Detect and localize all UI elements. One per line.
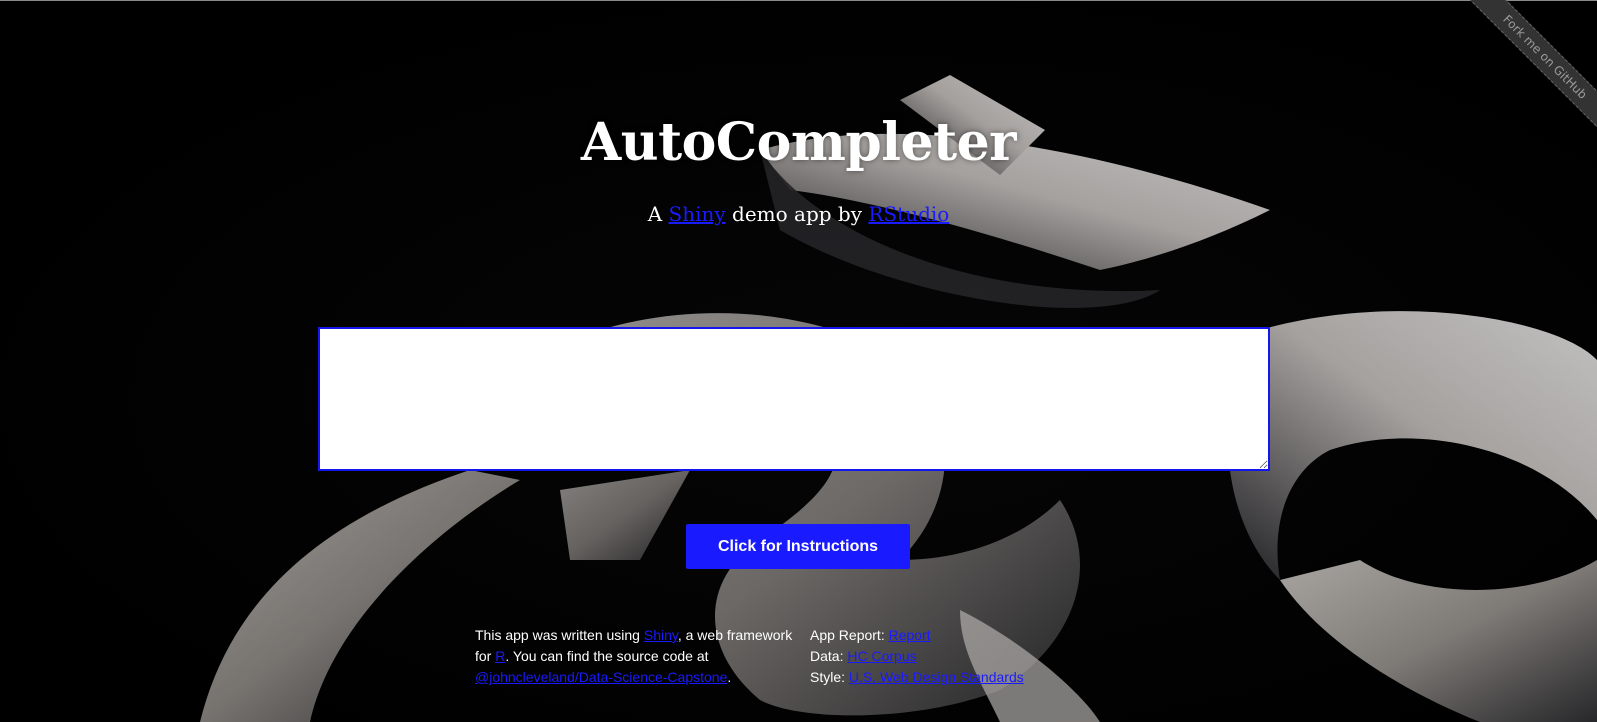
footer-r-link[interactable]: R (495, 648, 505, 664)
footer-report-row: App Report: Report (810, 625, 1070, 646)
top-border (0, 0, 1597, 1)
footer-repo-link[interactable]: @johncleveland/Data-Science-Capstone (475, 669, 727, 685)
rstudio-link[interactable]: RStudio (868, 202, 949, 226)
subtitle-middle: demo app by (725, 202, 869, 226)
footer-text-1: This app was written using (475, 627, 644, 643)
footer-data-row: Data: HC Corpus (810, 646, 1070, 667)
report-link[interactable]: Report (889, 627, 931, 643)
text-input[interactable] (318, 327, 1270, 471)
footer-links: App Report: Report Data: HC Corpus Style… (810, 625, 1070, 688)
footer-shiny-link[interactable]: Shiny (644, 627, 678, 643)
instructions-button[interactable]: Click for Instructions (686, 524, 910, 569)
page-title: AutoCompleter (580, 112, 1017, 173)
footer-about: This app was written using Shiny, a web … (475, 625, 795, 688)
data-label: Data: (810, 648, 848, 664)
shiny-link[interactable]: Shiny (669, 202, 726, 226)
footer-style-row: Style: U.S. Web Design Standards (810, 667, 1070, 688)
footer-text-4: . (727, 669, 732, 685)
report-label: App Report: (810, 627, 889, 643)
github-ribbon: Fork me on GitHub (1447, 0, 1597, 150)
fork-me-on-github-link[interactable]: Fork me on GitHub (1458, 0, 1597, 144)
footer-text-3: . You can find the source code at (505, 648, 709, 664)
subtitle-prefix: A (647, 202, 669, 226)
page-subtitle: A Shiny demo app by RStudio (0, 202, 1597, 226)
hc-corpus-link[interactable]: HC Corpus (847, 648, 916, 664)
style-label: Style: (810, 669, 849, 685)
web-design-standards-link[interactable]: U.S. Web Design Standards (849, 669, 1024, 685)
